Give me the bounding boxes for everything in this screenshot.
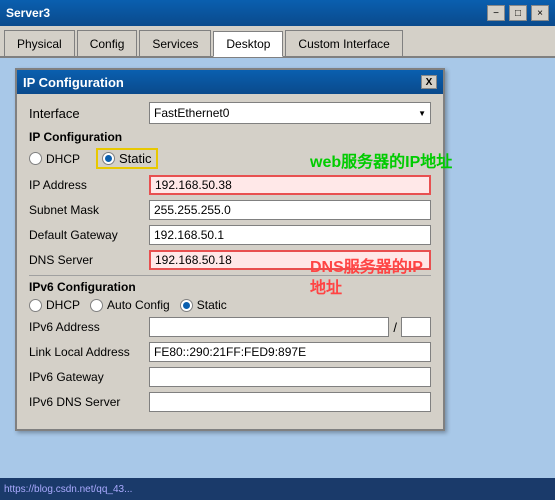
- subnet-mask-row: Subnet Mask: [29, 200, 431, 220]
- static-label: Static: [119, 151, 152, 166]
- bottom-bar-text: https://blog.csdn.net/qq_43...: [4, 484, 132, 495]
- window-title-bar: Server3 − □ ×: [0, 0, 555, 26]
- default-gateway-row: Default Gateway: [29, 225, 431, 245]
- maximize-button[interactable]: □: [509, 5, 527, 21]
- ipv6-prefix-input[interactable]: [401, 317, 431, 337]
- ipv6-address-label: IPv6 Address: [29, 320, 149, 334]
- subnet-mask-input[interactable]: [149, 200, 431, 220]
- dhcp-label: DHCP: [46, 152, 80, 166]
- ipv6-static-radio[interactable]: Static: [180, 298, 227, 312]
- subnet-mask-label: Subnet Mask: [29, 203, 149, 217]
- main-content: IP Configuration X Interface FastEtherne…: [0, 58, 555, 500]
- dns-server-label: DNS Server: [29, 253, 149, 267]
- ipv6-dhcp-radio-circle[interactable]: [29, 299, 42, 312]
- interface-select[interactable]: FastEthernet0 ▼: [149, 102, 431, 124]
- ip-address-input[interactable]: [149, 175, 431, 195]
- ipv6-address-row: IPv6 Address /: [29, 317, 431, 337]
- tab-desktop[interactable]: Desktop: [213, 31, 283, 57]
- dhcp-radio-circle[interactable]: [29, 152, 42, 165]
- ipv6-dns-input[interactable]: [149, 392, 431, 412]
- ipv6-gateway-row: IPv6 Gateway: [29, 367, 431, 387]
- ipv6-auto-radio[interactable]: Auto Config: [90, 298, 170, 312]
- ipv6-gateway-label: IPv6 Gateway: [29, 370, 149, 384]
- interface-value: FastEthernet0: [154, 106, 229, 120]
- ipv6-radio-row: DHCP Auto Config Static: [29, 298, 431, 312]
- web-annotation: web服务器的IP地址: [310, 148, 452, 172]
- ip-address-label: IP Address: [29, 178, 149, 192]
- ipv6-static-label: Static: [197, 298, 227, 312]
- interface-label: Interface: [29, 106, 149, 121]
- ipv6-dns-label: IPv6 DNS Server: [29, 395, 149, 409]
- ip-configuration-dialog: IP Configuration X Interface FastEtherne…: [15, 68, 445, 431]
- close-button[interactable]: ×: [531, 5, 549, 21]
- tab-custom-interface[interactable]: Custom Interface: [285, 30, 402, 56]
- ip-address-row: IP Address: [29, 175, 431, 195]
- ipv6-static-radio-dot: [183, 302, 190, 309]
- dropdown-arrow-icon: ▼: [418, 109, 426, 118]
- static-radio-circle[interactable]: [102, 152, 115, 165]
- link-local-row: Link Local Address: [29, 342, 431, 362]
- slash-separator: /: [393, 320, 397, 335]
- link-local-input[interactable]: [149, 342, 431, 362]
- ipv6-gateway-input[interactable]: [149, 367, 431, 387]
- tab-bar: Physical Config Services Desktop Custom …: [0, 26, 555, 58]
- window-title: Server3: [6, 6, 50, 20]
- static-radio-box: Static: [96, 148, 158, 169]
- interface-row: Interface FastEthernet0 ▼: [29, 102, 431, 124]
- tab-config[interactable]: Config: [77, 30, 138, 56]
- ipv6-static-radio-circle[interactable]: [180, 299, 193, 312]
- minimize-button[interactable]: −: [487, 5, 505, 21]
- default-gateway-label: Default Gateway: [29, 228, 149, 242]
- ipv6-auto-radio-circle[interactable]: [90, 299, 103, 312]
- dialog-title: IP Configuration: [23, 75, 124, 90]
- ip-config-heading: IP Configuration: [29, 130, 431, 144]
- tab-physical[interactable]: Physical: [4, 30, 75, 56]
- window-controls: − □ ×: [487, 5, 549, 21]
- ipv6-address-input[interactable]: [149, 317, 389, 337]
- dialog-close-button[interactable]: X: [421, 75, 437, 89]
- ipv6-dhcp-radio[interactable]: DHCP: [29, 298, 80, 312]
- dialog-title-bar: IP Configuration X: [17, 70, 443, 94]
- default-gateway-input[interactable]: [149, 225, 431, 245]
- dhcp-radio[interactable]: DHCP: [29, 152, 80, 166]
- ipv6-auto-label: Auto Config: [107, 298, 170, 312]
- tab-services[interactable]: Services: [139, 30, 211, 56]
- dns-annotation: DNS服务器的IP地址: [310, 258, 430, 300]
- bottom-bar: https://blog.csdn.net/qq_43...: [0, 478, 555, 500]
- ipv6-dns-row: IPv6 DNS Server: [29, 392, 431, 412]
- ipv6-dhcp-label: DHCP: [46, 298, 80, 312]
- static-radio-dot: [105, 155, 112, 162]
- link-local-label: Link Local Address: [29, 345, 149, 359]
